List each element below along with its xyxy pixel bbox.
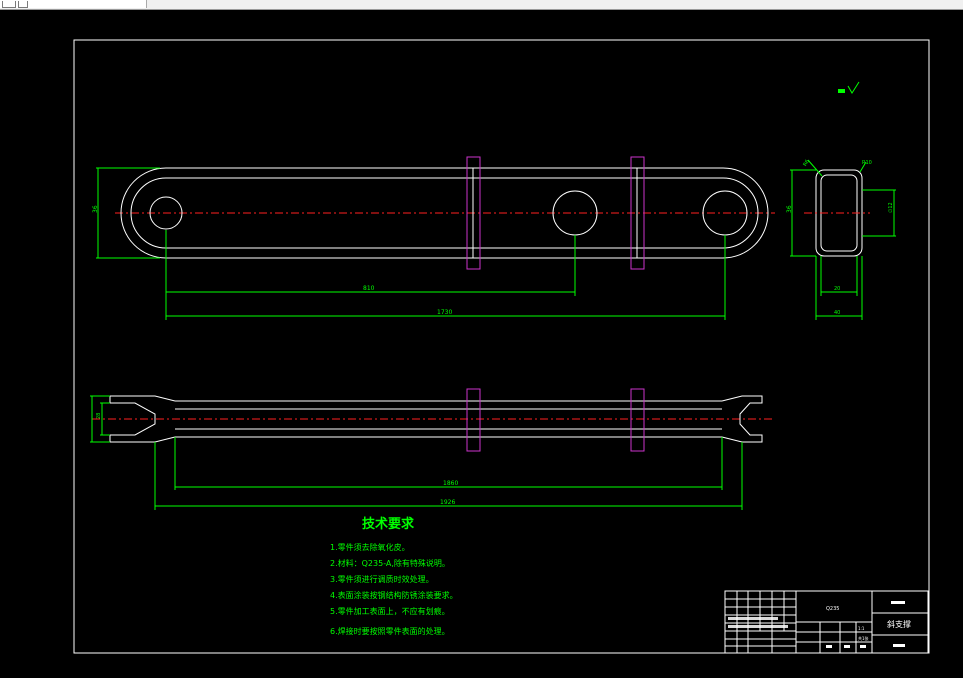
dim-top-height: 36 [92,205,99,213]
scale-label: 1:1 [858,626,865,631]
application-title-bar [0,0,963,10]
stiffener-plate [466,388,481,452]
dim-total-span: 1730 [437,309,452,316]
dim-bottom-inner: 1860 [443,480,458,487]
bottom-view: 28 1860 1926 [90,388,775,510]
material-label: Q235 [826,606,839,612]
dim-fork-height: 28 [96,413,102,419]
tech-req-item: 2.材料：Q235-A,除有特殊说明。 [330,558,450,568]
document-tab[interactable] [0,0,147,8]
dim-bottom-outer: 1926 [440,499,455,506]
cad-drawing-canvas[interactable]: 36 810 1730 36 ∅12 20 40 R6 R10 28 1860 … [0,10,963,678]
tech-req-item: 5.零件加工表面上，不应有划痕。 [330,606,450,616]
drawing-border [73,39,930,654]
technical-requirements: 技术要求 1.零件须去除氧化皮。 2.材料：Q235-A,除有特殊说明。 3.零… [330,516,458,636]
file-icon [18,1,28,8]
tech-req-item: 3.零件须进行调质时效处理。 [330,574,434,584]
dim-section-inner-width: 20 [834,286,840,292]
dim-corner-right: R10 [862,160,872,166]
tech-req-item: 4.表面涂装按钢结构防锈涂装要求。 [330,590,458,600]
dim-section-outer-width: 40 [834,310,840,316]
top-view: 36 810 1730 [92,156,775,320]
section-view: 36 ∅12 20 40 R6 R10 [786,159,896,320]
tech-req-item: 6.焊接时要按照零件表面的处理。 [330,626,450,636]
dim-section-right: ∅12 [888,202,894,213]
tech-req-item: 1.零件须去除氧化皮。 [330,542,410,552]
tech-req-title: 技术要求 [362,516,415,532]
dim-corner-left: R6 [802,159,811,168]
dim-section-height: 36 [786,205,793,213]
document-icon [2,1,16,8]
dim-center-span: 810 [363,285,375,292]
sheet-label: 共1张 [858,635,869,641]
surface-roughness-icon [838,81,860,94]
part-name: 斜支撑 [887,619,911,629]
stiffener-plate [630,388,645,452]
